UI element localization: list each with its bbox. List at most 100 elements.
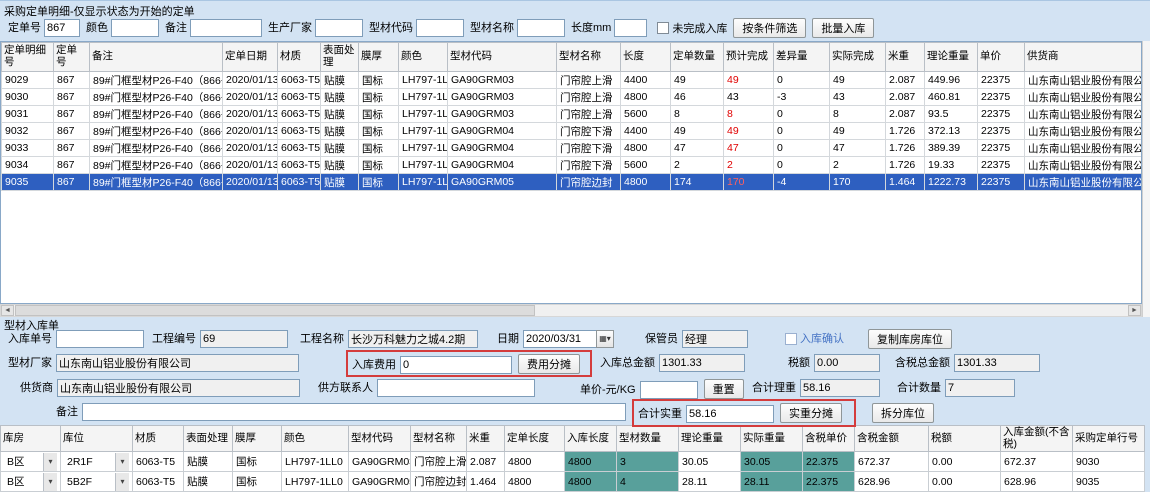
inbound-column-header: 表面处理	[184, 426, 233, 452]
supplier-contact-label: 供方联系人	[318, 382, 373, 394]
calendar-dropdown-icon[interactable]: ▦▾	[596, 330, 614, 348]
cell: 贴膜	[321, 106, 359, 123]
purchase-row-9029[interactable]: 902986789#门框型材P26-F40（866+867）2020/01/13…	[2, 72, 1143, 89]
chevron-down-icon[interactable]: ▾	[115, 473, 129, 491]
unit-price-input[interactable]	[640, 381, 698, 399]
purchase-row-9035[interactable]: 903586789#门框型材P26-F40（866+867）2020/01/13…	[2, 174, 1143, 191]
remark-input[interactable]	[82, 403, 626, 421]
cell: 30.05	[741, 452, 803, 472]
reset-button[interactable]: 重置	[704, 379, 744, 399]
weight-allocate-button[interactable]: 实重分摊	[780, 403, 842, 423]
cell: 460.81	[925, 89, 978, 106]
cell: 372.13	[925, 123, 978, 140]
filter-color-input[interactable]	[111, 19, 159, 37]
chevron-down-icon[interactable]: ▾	[43, 453, 57, 471]
filter-length-input[interactable]	[614, 19, 647, 37]
split-location-button[interactable]: 拆分库位	[872, 403, 934, 423]
keeper-input[interactable]	[682, 330, 748, 348]
inbound-confirm-checkbox[interactable]	[785, 333, 797, 345]
purchase-row-9032[interactable]: 903286789#门框型材P26-F40（866+867）2020/01/13…	[2, 123, 1143, 140]
supplier-input[interactable]	[57, 379, 300, 397]
total-with-tax-input[interactable]	[954, 354, 1040, 372]
cell: 0	[774, 106, 830, 123]
copy-warehouse-location-button[interactable]: 复制库房库位	[868, 329, 952, 349]
cell: 门帘腔上滑	[557, 72, 621, 89]
batch-inbound-button[interactable]: 批量入库	[812, 18, 874, 38]
cell: 6063-T5	[278, 123, 321, 140]
supplier-contact-input[interactable]	[377, 379, 535, 397]
total-theory-weight-input[interactable]	[800, 379, 880, 397]
filter-order-no-label: 定单号	[8, 22, 41, 34]
cell: 28.11	[741, 472, 803, 492]
scrollbar-thumb[interactable]	[15, 305, 535, 316]
inbound-column-header: 库位	[61, 426, 133, 452]
cell: LH797-1LL0	[399, 140, 448, 157]
cell: 867	[54, 174, 90, 191]
warehouse-combo[interactable]: B区▾	[1, 452, 61, 472]
location-combo[interactable]: 5B2F▾	[61, 472, 133, 492]
inbound-fee-input[interactable]	[400, 356, 512, 374]
inbound-table-header-row: 库房库位材质表面处理膜厚颜色型材代码型材名称米重定单长度入库长度型材数量理论重量…	[1, 426, 1145, 452]
purchase-row-9034[interactable]: 903486789#门框型材P26-F40（866+867）2020/01/13…	[2, 157, 1143, 174]
warehouse-combo[interactable]: B区▾	[1, 472, 61, 492]
inbound-column-header: 含税单价	[803, 426, 855, 452]
cell: 19.33	[925, 157, 978, 174]
cell: 贴膜	[321, 174, 359, 191]
purchase-column-header: 差异量	[774, 43, 830, 72]
horizontal-scrollbar[interactable]: ◄ ►	[0, 304, 1142, 317]
chevron-down-icon[interactable]: ▾	[43, 473, 57, 491]
cell: 89#门框型材P26-F40（866+867）	[90, 140, 223, 157]
purchase-column-header: 供货商	[1025, 43, 1143, 72]
factory-input[interactable]	[56, 354, 299, 372]
filter-manufacturer-input[interactable]	[315, 19, 363, 37]
scroll-left-icon[interactable]: ◄	[1, 305, 14, 316]
cell: 4800	[621, 89, 671, 106]
inbound-row-9035[interactable]: B区▾5B2F▾6063-T5贴膜国标LH797-1LL0GA90GRM05门帘…	[1, 472, 1145, 492]
supplier-label: 供货商	[20, 382, 53, 394]
remark-label: 备注	[56, 406, 78, 418]
inbound-row-9030[interactable]: B区▾2R1F▾6063-T5贴膜国标LH797-1LL0GA90GRM03门帘…	[1, 452, 1145, 472]
cell: 93.5	[925, 106, 978, 123]
filter-profile-code-input[interactable]	[416, 19, 464, 37]
cell: 8	[671, 106, 724, 123]
location-combo[interactable]: 2R1F▾	[61, 452, 133, 472]
inbound-column-header: 材质	[133, 426, 184, 452]
scroll-right-icon[interactable]: ►	[1128, 305, 1141, 316]
filter-profile-name-input[interactable]	[517, 19, 565, 37]
total-qty-input[interactable]	[945, 379, 1015, 397]
filter-order-no-input[interactable]	[44, 19, 80, 37]
cell: 6063-T5	[278, 157, 321, 174]
filter-manufacturer-label: 生产厂家	[268, 22, 312, 34]
inbound-order-no-input[interactable]	[56, 330, 144, 348]
total-actual-weight-input[interactable]	[686, 405, 774, 423]
tax-input[interactable]	[814, 354, 880, 372]
inbound-table-body: B区▾2R1F▾6063-T5贴膜国标LH797-1LL0GA90GRM03门帘…	[1, 452, 1145, 492]
purchase-row-9030[interactable]: 903086789#门框型材P26-F40（866+867）2020/01/13…	[2, 89, 1143, 106]
cell: 4400	[621, 72, 671, 89]
date-input[interactable]	[523, 330, 597, 348]
cell: 山东南山铝业股份有限公司	[1025, 157, 1143, 174]
cell: 6063-T5	[133, 472, 184, 492]
filter-bar: 定单号颜色备注生产厂家型材代码型材名称长度mm 未完成入库 按条件筛选 批量入库	[2, 17, 874, 39]
total-amount-input[interactable]	[659, 354, 745, 372]
purchase-row-9033[interactable]: 903386789#门框型材P26-F40（866+867）2020/01/13…	[2, 140, 1143, 157]
project-name-input[interactable]	[348, 330, 478, 348]
chevron-down-icon[interactable]: ▾	[115, 453, 129, 471]
cell: 28.11	[679, 472, 741, 492]
cell: 0	[774, 157, 830, 174]
cell: 2	[671, 157, 724, 174]
fee-allocate-button[interactable]: 费用分摊	[518, 354, 580, 374]
filter-remark-input[interactable]	[190, 19, 262, 37]
vertical-scrollbar[interactable]	[1142, 41, 1150, 317]
cell: 9035	[2, 174, 54, 191]
cell: 22375	[978, 157, 1025, 174]
cell: 门帘腔边封	[411, 472, 467, 492]
cell: 贴膜	[321, 157, 359, 174]
cell: 国标	[359, 140, 399, 157]
combo-value: B区	[4, 454, 43, 469]
project-no-input[interactable]	[200, 330, 288, 348]
filter-by-condition-button[interactable]: 按条件筛选	[733, 18, 806, 38]
purchase-row-9031[interactable]: 903186789#门框型材P26-F40（866+867）2020/01/13…	[2, 106, 1143, 123]
cell: 山东南山铝业股份有限公司	[1025, 89, 1143, 106]
unfinished-checkbox[interactable]	[657, 22, 669, 34]
